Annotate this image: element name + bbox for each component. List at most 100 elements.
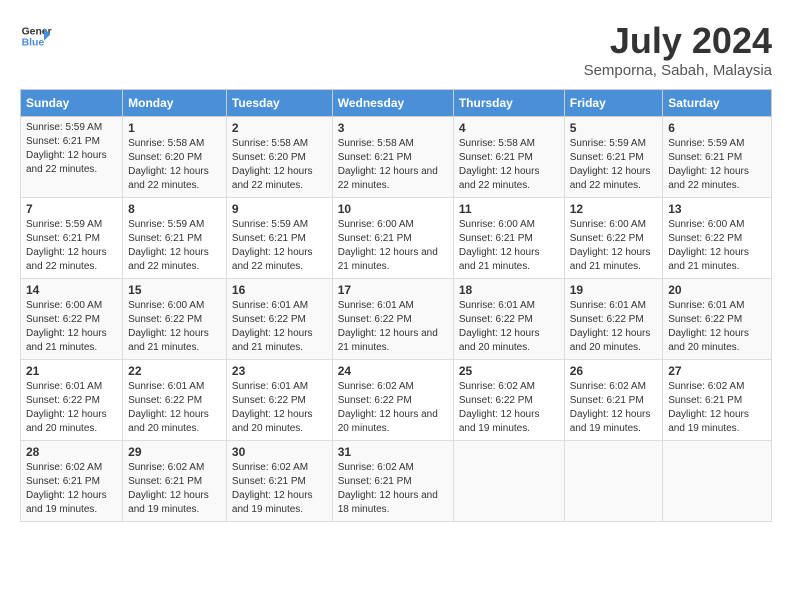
day-number: 22 [128,364,221,378]
day-number: 6 [668,121,766,135]
day-info: Sunrise: 5:58 AM Sunset: 6:20 PM Dayligh… [128,137,221,193]
col-header-monday: Monday [123,90,227,117]
week-row-3: 14 Sunrise: 6:00 AM Sunset: 6:22 PM Dayli… [21,279,772,360]
day-info: Sunrise: 6:00 AM Sunset: 6:22 PM Dayligh… [128,299,221,355]
col-header-friday: Friday [564,90,663,117]
day-info: Sunrise: 5:59 AM Sunset: 6:21 PM Dayligh… [128,218,221,274]
day-number: 17 [338,283,448,297]
calendar-cell: 4 Sunrise: 5:58 AM Sunset: 6:21 PM Daylig… [453,117,564,198]
day-info: Sunrise: 5:58 AM Sunset: 6:21 PM Dayligh… [459,137,559,193]
day-info: Sunrise: 6:01 AM Sunset: 6:22 PM Dayligh… [26,380,117,436]
calendar-cell: 6 Sunrise: 5:59 AM Sunset: 6:21 PM Daylig… [663,117,772,198]
calendar-cell: 12 Sunrise: 6:00 AM Sunset: 6:22 PM Dayli… [564,198,663,279]
day-number: 20 [668,283,766,297]
day-number: 1 [128,121,221,135]
calendar-cell: 16Sunrise: 6:01 AM Sunset: 6:22 PM Dayli… [226,279,332,360]
week-row-5: 28 Sunrise: 6:02 AM Sunset: 6:21 PM Dayli… [21,441,772,522]
day-number: 4 [459,121,559,135]
calendar-cell [453,441,564,522]
calendar-table: SundayMondayTuesdayWednesdayThursdayFrid… [20,89,772,522]
day-info: Sunrise: 5:59 AM Sunset: 6:21 PM Dayligh… [668,137,766,193]
calendar-cell: 15 Sunrise: 6:00 AM Sunset: 6:22 PM Dayli… [123,279,227,360]
calendar-cell: 3 Sunrise: 5:58 AM Sunset: 6:21 PM Daylig… [332,117,453,198]
day-number: 14 [26,283,117,297]
day-info: Sunrise: 5:59 AM Sunset: 6:21 PM Dayligh… [570,137,658,193]
day-number: 21 [26,364,117,378]
day-info: Sunrise: 5:59 AM Sunset: 6:21 PM Dayligh… [26,218,117,274]
day-info: Sunrise: 6:01 AM Sunset: 6:22 PM Dayligh… [128,380,221,436]
week-row-4: 21 Sunrise: 6:01 AM Sunset: 6:22 PM Dayli… [21,360,772,441]
day-number: 15 [128,283,221,297]
day-info: Sunrise: 6:02 AM Sunset: 6:21 PM Dayligh… [26,461,117,517]
calendar-cell: 7 Sunrise: 5:59 AM Sunset: 6:21 PM Daylig… [21,198,123,279]
location-subtitle: Semporna, Sabah, Malaysia [584,62,772,79]
day-number: 7 [26,202,117,216]
col-header-tuesday: Tuesday [226,90,332,117]
title-area: July 2024 Semporna, Sabah, Malaysia [584,20,772,79]
day-number: 29 [128,445,221,459]
day-info: Sunrise: 6:00 AM Sunset: 6:22 PM Dayligh… [570,218,658,274]
calendar-cell: 30 Sunrise: 6:02 AM Sunset: 6:21 PM Dayli… [226,441,332,522]
col-header-sunday: Sunday [21,90,123,117]
day-info: Sunrise: 6:02 AM Sunset: 6:21 PM Dayligh… [232,461,327,517]
calendar-cell: 8 Sunrise: 5:59 AM Sunset: 6:21 PM Daylig… [123,198,227,279]
calendar-cell: 18Sunrise: 6:01 AM Sunset: 6:22 PM Dayli… [453,279,564,360]
calendar-cell: Sunrise: 5:59 AM Sunset: 6:21 PM Dayligh… [21,117,123,198]
day-number: 25 [459,364,559,378]
day-number: 8 [128,202,221,216]
calendar-cell: 11Sunrise: 6:00 AM Sunset: 6:21 PM Dayli… [453,198,564,279]
calendar-cell: 28 Sunrise: 6:02 AM Sunset: 6:21 PM Dayli… [21,441,123,522]
day-info: Sunrise: 6:02 AM Sunset: 6:21 PM Dayligh… [668,380,766,436]
day-number: 26 [570,364,658,378]
calendar-cell: 1 Sunrise: 5:58 AM Sunset: 6:20 PM Daylig… [123,117,227,198]
day-info: Sunrise: 5:59 AM Sunset: 6:21 PM Dayligh… [26,121,117,177]
calendar-cell: 31Sunrise: 6:02 AM Sunset: 6:21 PM Dayli… [332,441,453,522]
day-number: 16 [232,283,327,297]
day-info: Sunrise: 5:58 AM Sunset: 6:21 PM Dayligh… [338,137,448,193]
day-info: Sunrise: 6:02 AM Sunset: 6:21 PM Dayligh… [570,380,658,436]
calendar-cell: 9Sunrise: 5:59 AM Sunset: 6:21 PM Daylig… [226,198,332,279]
day-info: Sunrise: 6:01 AM Sunset: 6:22 PM Dayligh… [668,299,766,355]
month-title: July 2024 [584,20,772,62]
calendar-cell: 25Sunrise: 6:02 AM Sunset: 6:22 PM Dayli… [453,360,564,441]
day-number: 3 [338,121,448,135]
day-number: 28 [26,445,117,459]
col-header-thursday: Thursday [453,90,564,117]
day-info: Sunrise: 6:01 AM Sunset: 6:22 PM Dayligh… [232,380,327,436]
calendar-cell: 23 Sunrise: 6:01 AM Sunset: 6:22 PM Dayli… [226,360,332,441]
calendar-cell: 20 Sunrise: 6:01 AM Sunset: 6:22 PM Dayli… [663,279,772,360]
day-number: 12 [570,202,658,216]
day-info: Sunrise: 6:01 AM Sunset: 6:22 PM Dayligh… [570,299,658,355]
day-info: Sunrise: 5:58 AM Sunset: 6:20 PM Dayligh… [232,137,327,193]
week-row-1: Sunrise: 5:59 AM Sunset: 6:21 PM Dayligh… [21,117,772,198]
day-number: 30 [232,445,327,459]
day-number: 13 [668,202,766,216]
day-number: 9 [232,202,327,216]
calendar-cell [663,441,772,522]
calendar-cell: 22 Sunrise: 6:01 AM Sunset: 6:22 PM Dayli… [123,360,227,441]
day-number: 5 [570,121,658,135]
day-number: 2 [232,121,327,135]
calendar-cell: 10Sunrise: 6:00 AM Sunset: 6:21 PM Dayli… [332,198,453,279]
calendar-cell: 13 Sunrise: 6:00 AM Sunset: 6:22 PM Dayli… [663,198,772,279]
day-info: Sunrise: 6:00 AM Sunset: 6:22 PM Dayligh… [668,218,766,274]
day-number: 23 [232,364,327,378]
calendar-cell: 5 Sunrise: 5:59 AM Sunset: 6:21 PM Daylig… [564,117,663,198]
day-info: Sunrise: 6:02 AM Sunset: 6:22 PM Dayligh… [338,380,448,436]
day-number: 24 [338,364,448,378]
col-header-wednesday: Wednesday [332,90,453,117]
calendar-cell [564,441,663,522]
day-info: Sunrise: 6:01 AM Sunset: 6:22 PM Dayligh… [338,299,448,355]
calendar-cell: 21 Sunrise: 6:01 AM Sunset: 6:22 PM Dayli… [21,360,123,441]
calendar-cell: 24 Sunrise: 6:02 AM Sunset: 6:22 PM Dayli… [332,360,453,441]
calendar-cell: 2 Sunrise: 5:58 AM Sunset: 6:20 PM Daylig… [226,117,332,198]
calendar-cell: 14 Sunrise: 6:00 AM Sunset: 6:22 PM Dayli… [21,279,123,360]
logo-icon: General Blue [20,20,52,52]
logo: General Blue [20,20,52,52]
calendar-cell: 27Sunrise: 6:02 AM Sunset: 6:21 PM Dayli… [663,360,772,441]
day-number: 19 [570,283,658,297]
col-header-saturday: Saturday [663,90,772,117]
calendar-cell: 19 Sunrise: 6:01 AM Sunset: 6:22 PM Dayli… [564,279,663,360]
day-info: Sunrise: 6:00 AM Sunset: 6:22 PM Dayligh… [26,299,117,355]
day-info: Sunrise: 6:00 AM Sunset: 6:21 PM Dayligh… [459,218,559,274]
